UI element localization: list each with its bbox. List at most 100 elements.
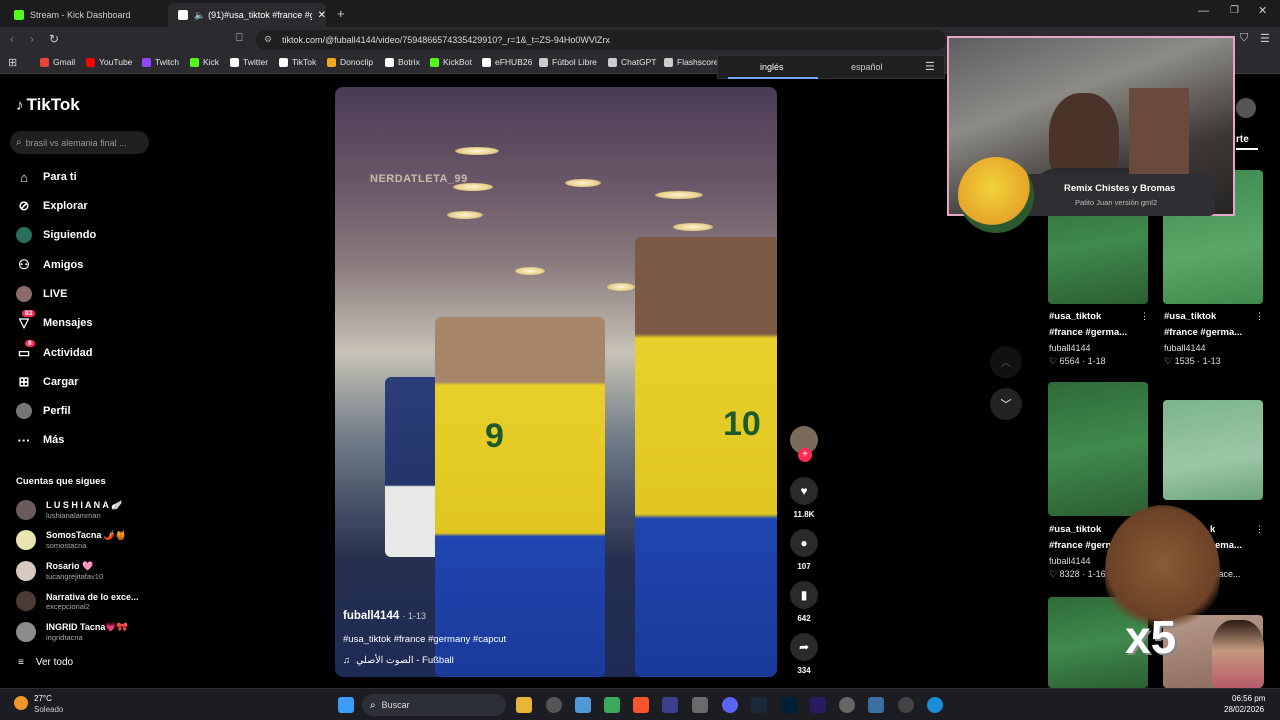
nav-actividad[interactable]: ▭ 8 Actividad xyxy=(16,340,93,361)
brave-icon[interactable] xyxy=(633,697,649,713)
follow-plus-icon[interactable]: + xyxy=(798,448,812,462)
settings-icon[interactable] xyxy=(839,697,855,713)
clock-date[interactable]: 28/02/2026 xyxy=(1224,705,1264,714)
apps-grid-icon[interactable]: ⊞ xyxy=(8,56,17,69)
app-icon[interactable] xyxy=(575,697,591,713)
thumbnail-title[interactable]: #usa_tiktok xyxy=(1049,311,1101,322)
bookmark-tiktok[interactable]: TikTok xyxy=(279,57,316,67)
nav-perfil[interactable]: Perfil xyxy=(16,403,71,419)
bookmark-twitter[interactable]: Twitter xyxy=(230,57,268,67)
shield-icon[interactable]: ⛉ xyxy=(1240,32,1248,45)
tab-tiktok-video[interactable]: 🔈 (91)#usa_tiktok #france #germ ✕ xyxy=(168,3,326,27)
windows-start-icon[interactable] xyxy=(338,697,354,713)
bookmark-icon[interactable]: ⎕ xyxy=(236,32,243,45)
tab-kick-dashboard[interactable]: Stream - Kick Dashboard xyxy=(4,3,164,27)
thumbnail-author[interactable]: fuball4144 xyxy=(1164,343,1206,353)
thumbnail-title[interactable]: #usa_tiktok xyxy=(1049,524,1101,535)
discord-icon[interactable] xyxy=(722,697,738,713)
restore-icon[interactable]: ❐ xyxy=(1230,5,1239,16)
bookmark-flashscore[interactable]: Flashscore xyxy=(664,57,719,67)
bookmark-efhub[interactable]: eFHUB26 xyxy=(482,57,532,67)
profile-avatar[interactable] xyxy=(1236,98,1256,118)
author-avatar-button[interactable]: + xyxy=(790,426,818,462)
app-icon[interactable] xyxy=(546,697,562,713)
nav-siguiendo[interactable]: Siguiendo xyxy=(16,227,96,243)
app-icon[interactable] xyxy=(604,697,620,713)
bookmark-gmail[interactable]: Gmail xyxy=(40,57,75,67)
bookmark-chatgpt[interactable]: ChatGPT xyxy=(608,57,656,67)
video-thumbnail[interactable] xyxy=(1048,382,1148,516)
video-player[interactable]: NERDATLETA_99 9 10 fuball4144 · 1-13 #us… xyxy=(335,87,777,677)
translate-menu-icon[interactable]: ☰ xyxy=(925,60,935,73)
thumbnail-title[interactable]: #france #germ xyxy=(1049,540,1114,551)
steam-icon[interactable] xyxy=(751,697,767,713)
nav-para-ti[interactable]: ⌂ Para ti xyxy=(16,169,77,185)
file-explorer-icon[interactable] xyxy=(516,697,532,713)
thumbnail-title[interactable]: ema... xyxy=(1215,540,1242,551)
more-options-icon[interactable]: ⋮ xyxy=(1255,524,1264,535)
see-all-link[interactable]: ≡ Ver todo xyxy=(18,657,73,668)
thumbnail-title[interactable]: #france #germa... xyxy=(1049,327,1127,338)
bookmark-futbol-libre[interactable]: Fútbol Libre xyxy=(539,57,597,67)
next-video-button[interactable]: ﹀ xyxy=(990,388,1022,420)
thumbnail-author[interactable]: fuball4144 xyxy=(1049,556,1091,566)
account-item[interactable]: SomosTacna 🌶️🍯 somostacna xyxy=(16,530,126,550)
close-tab-icon[interactable]: ✕ xyxy=(318,10,326,21)
premiere-icon[interactable] xyxy=(810,697,826,713)
close-window-icon[interactable]: ✕ xyxy=(1258,4,1267,17)
video-caption[interactable]: #usa_tiktok #france #germany #capcut xyxy=(343,634,506,645)
media-player-icon[interactable] xyxy=(898,697,914,713)
bookmark-kick[interactable]: Kick xyxy=(190,57,219,67)
thumbnail-title[interactable]: k xyxy=(1210,524,1215,535)
tiktok-logo[interactable]: ♪ TikTok xyxy=(16,95,80,115)
author-name[interactable]: fuball4144 xyxy=(343,610,399,622)
nav-mensajes[interactable]: ▽ 83 Mensajes xyxy=(16,310,93,331)
notepad-icon[interactable] xyxy=(868,697,884,713)
nav-explorar[interactable]: ⊘ Explorar xyxy=(16,198,88,214)
translate-lang-english[interactable]: inglés xyxy=(760,62,784,72)
thumbnail-title[interactable]: #france #germa... xyxy=(1164,327,1242,338)
comment-button[interactable]: ● 107 xyxy=(790,529,818,571)
search-input[interactable]: ⌕ brasil vs alemania final ... xyxy=(10,131,149,154)
forward-icon[interactable]: › xyxy=(30,32,34,46)
app-icon[interactable] xyxy=(662,697,678,713)
bookmark-botrix[interactable]: Botrix xyxy=(385,57,420,67)
more-options-icon[interactable]: ⋮ xyxy=(1140,311,1149,322)
nav-live[interactable]: LIVE xyxy=(16,286,67,302)
menu-icon[interactable]: ☰ xyxy=(1260,32,1270,45)
bookmark-youtube[interactable]: YouTube xyxy=(86,57,132,67)
nav-amigos[interactable]: ⚇ Amigos xyxy=(16,257,83,273)
nav-mas[interactable]: ··· Más xyxy=(16,432,65,448)
bookmark-donoclip[interactable]: Donoclip xyxy=(327,57,373,67)
account-item[interactable]: Rosario 🩷 tucangrejitafav10 xyxy=(16,561,103,581)
calculator-icon[interactable] xyxy=(692,697,708,713)
url-field[interactable]: ⚙ tiktok.com/@fuball4144/video/759486657… xyxy=(256,30,946,50)
bookmark-kickbot[interactable]: KickBot xyxy=(430,57,472,67)
edge-icon[interactable] xyxy=(927,697,943,713)
account-item[interactable]: Narrativa de lo exce... excepcional2 xyxy=(16,591,139,611)
nav-cargar[interactable]: ⊞ Cargar xyxy=(16,374,79,390)
save-button[interactable]: ▮ 642 xyxy=(790,581,818,623)
photoshop-icon[interactable] xyxy=(781,697,797,713)
thumbnail-title[interactable]: #usa_tiktok xyxy=(1164,311,1216,322)
share-button[interactable]: ➦ 334 xyxy=(790,633,818,675)
new-tab-icon[interactable]: + xyxy=(337,6,345,21)
bookmark-twitch[interactable]: Twitch xyxy=(142,57,179,67)
thumbnail-author[interactable]: fuball4144 xyxy=(1049,343,1091,353)
like-button[interactable]: ♥ 11.8K xyxy=(790,477,818,519)
account-item[interactable]: INGRID Tacna💗🎀 ingridtacna xyxy=(16,622,128,642)
more-options-icon[interactable]: ⋮ xyxy=(1255,311,1264,322)
account-name: L U S H I A N A 🪽 xyxy=(46,500,123,510)
right-tab-label[interactable]: rte xyxy=(1236,134,1249,145)
taskbar-search[interactable]: ⌕ Buscar xyxy=(362,694,506,716)
prev-video-button[interactable]: ︿ xyxy=(990,346,1022,378)
back-icon[interactable]: ‹ xyxy=(10,32,14,46)
video-thumbnail[interactable] xyxy=(1163,400,1263,500)
translate-lang-spanish[interactable]: español xyxy=(851,62,883,72)
reload-icon[interactable]: ↻ xyxy=(49,32,59,46)
clock-time[interactable]: 06:56 pm xyxy=(1232,694,1265,703)
video-sound[interactable]: ♫ الصوت الأصلي - Fußball xyxy=(343,655,454,666)
minimize-icon[interactable]: — xyxy=(1198,5,1209,17)
account-item[interactable]: L U S H I A N A 🪽 lushianalamman xyxy=(16,500,122,520)
site-info-icon[interactable]: ⚙ xyxy=(264,34,272,45)
